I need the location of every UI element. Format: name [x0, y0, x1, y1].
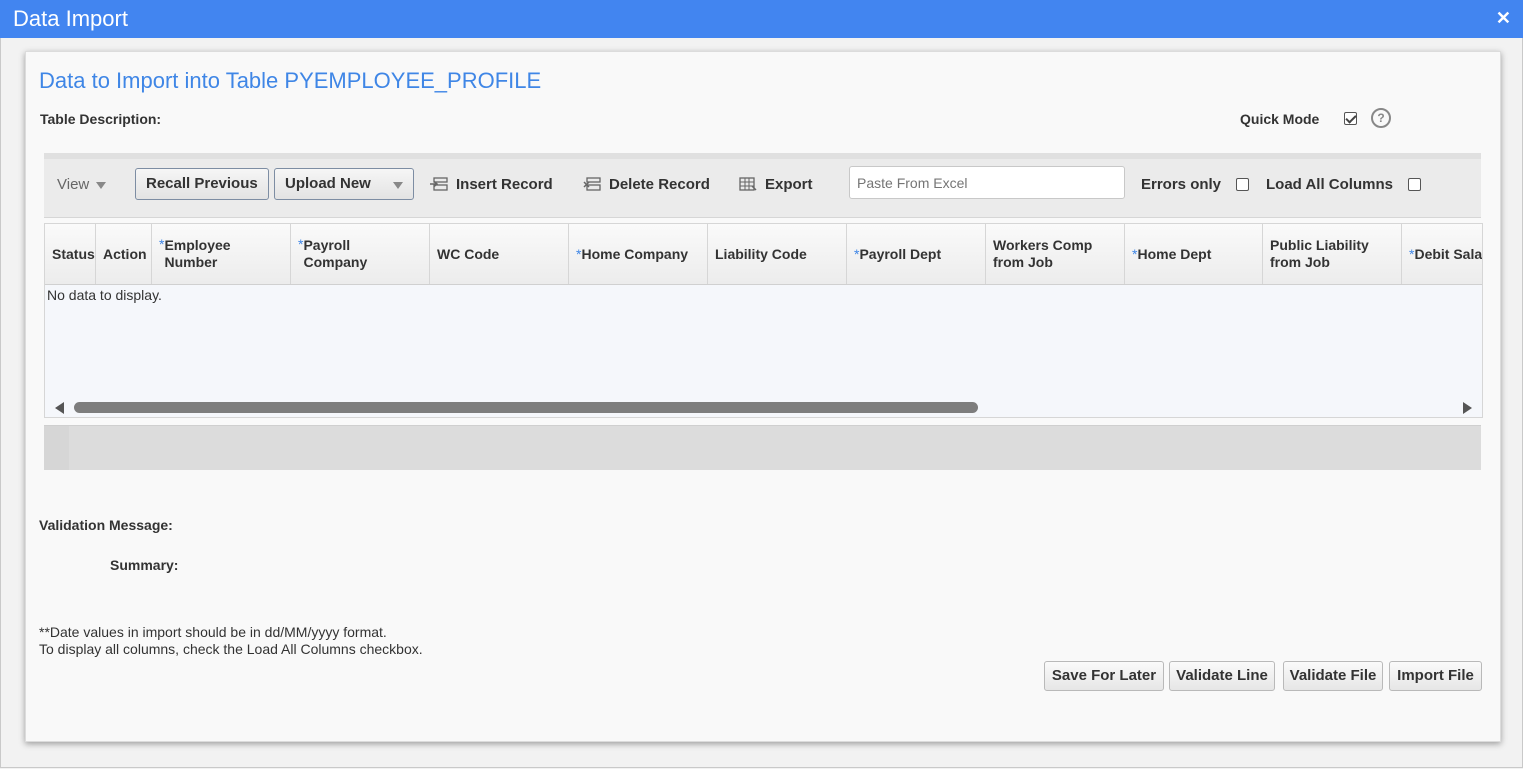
column-label: WC Code [437, 245, 500, 262]
load-all-columns-checkbox[interactable] [1408, 178, 1421, 191]
quick-mode-label: Quick Mode [1240, 111, 1320, 127]
column-header-employee-number[interactable]: * Employee Number [152, 224, 291, 284]
grid-toolbar: View Recall Previous Upload New Insert R… [44, 153, 1481, 218]
column-header-action[interactable]: Action [96, 224, 152, 284]
recall-previous-button[interactable]: Recall Previous [135, 168, 269, 200]
grid-header: Status Action * Employee Number * Payroll … [45, 224, 1482, 285]
save-for-later-button[interactable]: Save For Later [1044, 661, 1164, 691]
insert-record-button[interactable]: Insert Record [430, 176, 553, 193]
column-header-payroll-dept[interactable]: * Payroll Dept [847, 224, 986, 284]
column-label: Action [103, 245, 147, 262]
column-label: Debit Sala [1414, 245, 1482, 262]
scroll-right-icon[interactable] [1463, 402, 1472, 414]
column-header-status[interactable]: Status [45, 224, 96, 284]
export-label: Export [765, 176, 813, 193]
delete-record-label: Delete Record [609, 176, 710, 193]
column-label: Home Dept [1137, 245, 1212, 262]
import-grid: Status Action * Employee Number * Payroll … [44, 223, 1483, 418]
upload-new-button[interactable]: Upload New [274, 168, 414, 200]
column-label: Employee Number [164, 237, 231, 270]
table-description-label: Table Description: [40, 111, 162, 127]
horizontal-scrollbar[interactable] [45, 399, 1482, 415]
errors-only-label: Errors only [1141, 176, 1222, 193]
summary-label: Summary: [110, 557, 179, 573]
column-label: Public Liability from Job [1270, 237, 1369, 270]
help-icon[interactable]: ? [1371, 108, 1391, 128]
import-file-button[interactable]: Import File [1389, 661, 1482, 691]
scroll-left-icon[interactable] [55, 402, 64, 414]
window-title: Data Import [13, 6, 128, 31]
date-format-note: **Date values in import should be in dd/… [39, 624, 387, 640]
insert-record-label: Insert Record [456, 176, 553, 193]
load-columns-note: To display all columns, check the Load A… [39, 641, 423, 657]
grid-footer-stub [44, 426, 69, 470]
column-label: Home Company [581, 245, 689, 262]
column-header-public-liability-from-job[interactable]: Public Liability from Job [1263, 224, 1402, 284]
column-label: Workers Comp from Job [993, 237, 1093, 270]
view-menu[interactable]: View [57, 176, 107, 193]
scrollbar-thumb[interactable] [74, 402, 978, 413]
delete-record-button[interactable]: Delete Record [583, 176, 710, 193]
chevron-down-icon [96, 181, 107, 189]
close-icon[interactable]: ✕ [1496, 8, 1511, 29]
column-header-payroll-company[interactable]: * Payroll Company [291, 224, 430, 284]
export-button[interactable]: Export [739, 176, 813, 193]
column-header-home-dept[interactable]: * Home Dept [1125, 224, 1263, 284]
page-title: Data to Import into Table PYEMPLOYEE_PRO… [39, 68, 542, 93]
errors-only-checkbox[interactable] [1236, 178, 1249, 191]
column-label: Payroll Company [303, 237, 368, 270]
column-label: Status [52, 245, 95, 262]
column-header-workers-comp-from-job[interactable]: Workers Comp from Job [986, 224, 1125, 284]
validate-line-button[interactable]: Validate Line [1169, 661, 1275, 691]
column-label: Liability Code [715, 245, 807, 262]
chevron-down-icon [393, 182, 403, 189]
column-label: Payroll Dept [859, 245, 942, 262]
validate-file-button[interactable]: Validate File [1283, 661, 1383, 691]
window-titlebar: Data Import ✕ [0, 0, 1523, 38]
load-all-columns-label: Load All Columns [1266, 176, 1393, 193]
column-header-home-company[interactable]: * Home Company [569, 224, 708, 284]
paste-from-excel-input[interactable] [849, 166, 1125, 199]
insert-row-icon [430, 177, 448, 191]
upload-new-label: Upload New [285, 175, 371, 192]
column-header-liability-code[interactable]: Liability Code [708, 224, 847, 284]
delete-row-icon [583, 177, 601, 191]
column-header-debit-salary[interactable]: * Debit Sala [1402, 224, 1482, 284]
validation-message-label: Validation Message: [39, 517, 173, 533]
quick-mode-checkbox[interactable] [1344, 112, 1357, 125]
view-label: View [57, 176, 90, 193]
spreadsheet-icon [739, 177, 757, 191]
empty-grid-message: No data to display. [47, 287, 162, 303]
grid-footer [44, 425, 1481, 470]
import-panel: Data to Import into Table PYEMPLOYEE_PRO… [25, 51, 1501, 742]
column-header-wc-code[interactable]: WC Code [430, 224, 569, 284]
